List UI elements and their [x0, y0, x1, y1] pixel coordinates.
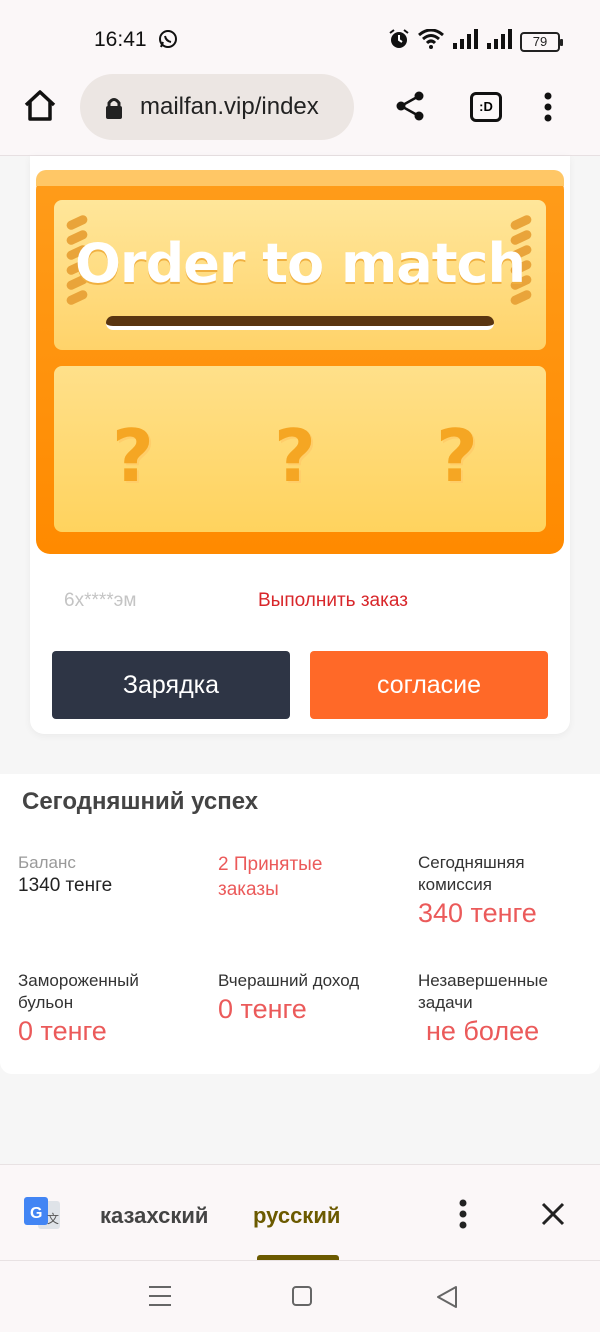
- stat-label: Сегодняшняя комиссия: [418, 853, 525, 894]
- stat-value: не более: [426, 1016, 540, 1046]
- share-icon[interactable]: [395, 90, 427, 127]
- stat-label: Замороженный бульон: [18, 971, 139, 1012]
- address-bar[interactable]: mailfan.vip/index: [80, 74, 354, 140]
- stat-frozen: Замороженный бульон 0 тенге: [18, 970, 198, 1048]
- order-to-match-banner: Order to match: [75, 232, 526, 295]
- battery-icon: 79: [520, 31, 563, 52]
- question-mark-icon: ?: [112, 414, 154, 498]
- signal-icon: [452, 29, 478, 54]
- today-stats-section: Сегодняшний успех Баланс 1340 тенге 2 Пр…: [0, 774, 600, 1074]
- question-mark-icon: ?: [436, 414, 478, 498]
- back-icon[interactable]: [436, 1285, 458, 1314]
- lock-icon: [104, 96, 124, 125]
- stat-commission: Сегодняшняя комиссия 340 тенге: [418, 852, 598, 930]
- stat-yesterday-income: Вчерашний доход 0 тенге: [218, 970, 398, 1026]
- machine-window-panel: ? ? ?: [54, 366, 546, 532]
- svg-text:文: 文: [47, 1211, 59, 1226]
- machine-slot: [106, 316, 494, 330]
- stat-label: Незавершенные задачи: [418, 971, 548, 1012]
- stat-label: Баланс: [18, 853, 76, 872]
- lang-source-tab[interactable]: казахский: [100, 1203, 208, 1229]
- stat-unfinished-tasks: Незавершенные задачи не более: [418, 970, 598, 1048]
- more-menu-icon[interactable]: [543, 92, 553, 127]
- signal-icon: [486, 29, 512, 54]
- status-icons: 79: [388, 28, 563, 55]
- home-icon[interactable]: [22, 88, 58, 124]
- system-nav-bar: [0, 1260, 600, 1332]
- stat-value: 1340 тенге: [18, 875, 113, 896]
- stat-value: 0 тенге: [218, 994, 307, 1024]
- section-title: Сегодняшний успех: [22, 788, 259, 815]
- alarm-icon: [388, 28, 410, 55]
- stat-value: 340 тенге: [418, 898, 537, 928]
- stat-value: 0 тенге: [18, 1016, 107, 1046]
- url-text[interactable]: mailfan.vip/index: [140, 93, 340, 121]
- agree-button[interactable]: согласие: [310, 651, 548, 719]
- home-nav-icon[interactable]: [292, 1286, 312, 1306]
- order-machine-illustration: Order to match ? ? ?: [36, 170, 564, 554]
- fulfill-order-link[interactable]: Выполнить заказ: [258, 590, 408, 612]
- masked-username: 6х****эм: [64, 590, 137, 611]
- charge-button[interactable]: Зарядка: [52, 651, 290, 719]
- stat-label: 2 Принятые заказы: [218, 854, 323, 900]
- wifi-icon: [418, 28, 444, 54]
- machine-banner-panel: Order to match: [54, 200, 546, 350]
- status-bar: 16:41 79: [0, 0, 600, 70]
- google-translate-icon[interactable]: G文: [22, 1195, 62, 1240]
- question-mark-icon: ?: [274, 414, 316, 498]
- tabs-icon[interactable]: :D: [470, 92, 502, 122]
- stat-accepted-orders: 2 Принятые заказы: [218, 852, 368, 902]
- whatsapp-icon: [158, 29, 178, 54]
- lang-target-tab[interactable]: русский: [253, 1203, 340, 1229]
- more-menu-icon[interactable]: [458, 1199, 468, 1234]
- browser-toolbar: mailfan.vip/index :D: [0, 70, 600, 156]
- svg-text:G: G: [30, 1205, 42, 1222]
- stat-label: Вчерашний доход: [218, 971, 360, 990]
- close-icon[interactable]: [540, 1201, 566, 1232]
- recents-icon[interactable]: [148, 1285, 172, 1312]
- match-card: Order to match ? ? ? 6х****эм Выполнить …: [30, 156, 570, 734]
- translate-bar: G文 казахский русский: [0, 1164, 600, 1261]
- clock: 16:41: [94, 28, 147, 51]
- stat-balance: Баланс 1340 тенге: [18, 852, 198, 898]
